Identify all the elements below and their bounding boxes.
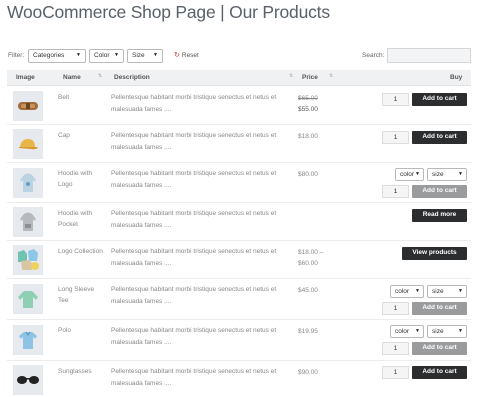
hoodie-icon[interactable]: [13, 168, 43, 198]
product-description: Pellentesque habitant morbi tristique se…: [111, 210, 277, 229]
categories-select[interactable]: Categories ▼: [28, 49, 86, 63]
product-description: Pellentesque habitant morbi tristique se…: [111, 94, 277, 113]
product-name[interactable]: Hoodie with Logo: [58, 168, 104, 190]
tee-icon[interactable]: [13, 284, 43, 314]
table-row: Belt Pellentesque habitant morbi tristiq…: [7, 87, 471, 125]
chevron-down-icon: ▼: [415, 288, 420, 294]
quantity-input[interactable]: 1: [382, 366, 409, 379]
size-variation-select[interactable]: size ▼: [427, 168, 467, 181]
product-description: Pellentesque habitant morbi tristique se…: [111, 286, 277, 305]
add-to-cart-button[interactable]: Add to cart: [412, 342, 467, 355]
price-current: $55.00: [298, 106, 318, 113]
product-name[interactable]: Logo Collection: [58, 246, 104, 257]
color-variation-value: color: [395, 288, 410, 295]
color-variation-select[interactable]: color ▼: [395, 168, 424, 181]
table-row: Hoodie with Pocket Pellentesque habitant…: [7, 203, 471, 241]
size-variation-select[interactable]: size ▼: [427, 325, 467, 338]
hoodie-icon[interactable]: [13, 207, 43, 237]
quantity-input[interactable]: 1: [382, 131, 409, 144]
product-name[interactable]: Sunglasses: [58, 366, 104, 377]
color-variation-select[interactable]: color ▼: [390, 325, 424, 338]
add-to-cart-button[interactable]: Add to cart: [412, 131, 467, 144]
table-row: Hoodie with Logo Pellentesque habitant m…: [7, 163, 471, 203]
cap-icon[interactable]: [13, 129, 43, 159]
table-row: Logo Collection Pellentesque habitant mo…: [7, 241, 471, 279]
polo-icon[interactable]: [13, 325, 43, 355]
sort-icon[interactable]: ⇅: [329, 73, 333, 79]
filter-bar: Filter: Categories ▼ Color ▼ Size ▼ ↻ Res…: [7, 48, 471, 66]
quantity-input[interactable]: 1: [382, 93, 409, 106]
size-variation-value: size: [432, 171, 444, 178]
reset-icon: ↻: [174, 52, 180, 59]
collection-icon[interactable]: [13, 245, 43, 275]
column-header-buy: Buy: [450, 74, 463, 81]
price-old: $65.00: [298, 95, 318, 102]
chevron-down-icon: ▼: [458, 288, 463, 294]
color-variation-value: color: [400, 171, 415, 178]
view-products-button[interactable]: View products: [402, 247, 467, 260]
read-more-button[interactable]: Read more: [412, 209, 467, 222]
chevron-down-icon: ▼: [415, 171, 420, 177]
product-name[interactable]: Hoodie with Pocket: [58, 208, 104, 230]
chevron-down-icon: ▼: [415, 328, 420, 334]
quantity-input[interactable]: 1: [382, 185, 409, 198]
product-price: $45.00: [298, 287, 318, 294]
column-header-image: Image: [16, 74, 35, 81]
reset-label: Reset: [181, 52, 199, 59]
quantity-input[interactable]: 1: [382, 342, 409, 355]
product-description: Pellentesque habitant morbi tristique se…: [111, 368, 277, 387]
add-to-cart-button[interactable]: Add to cart: [412, 302, 467, 315]
add-to-cart-button[interactable]: Add to cart: [412, 185, 467, 198]
table-header: Image Name ⇅ Description ⇅ Price ⇅ Buy: [7, 70, 471, 86]
search-input[interactable]: [387, 48, 471, 63]
quantity-input[interactable]: 1: [382, 302, 409, 315]
table-row: Cap Pellentesque habitant morbi tristiqu…: [7, 125, 471, 163]
column-header-description[interactable]: Description: [114, 74, 150, 81]
product-price: $65.00 $55.00: [298, 93, 342, 115]
product-name[interactable]: Polo: [58, 325, 104, 336]
add-to-cart-button[interactable]: Add to cart: [412, 93, 467, 106]
add-to-cart-button[interactable]: Add to cart: [412, 366, 467, 379]
product-price: $18.00: [298, 133, 318, 140]
product-price: $18.00 – $60.00: [298, 249, 324, 267]
page-title: WooCommerce Shop Page | Our Products: [7, 2, 330, 22]
product-price: $90.00: [298, 369, 318, 376]
reset-link[interactable]: ↻ Reset: [174, 51, 199, 59]
product-price: $80.00: [298, 171, 318, 178]
categories-select-value: Categories: [33, 52, 65, 59]
size-variation-select[interactable]: size ▼: [427, 285, 467, 298]
chevron-down-icon: ▼: [153, 52, 158, 58]
size-select-value: Size: [132, 52, 145, 59]
chevron-down-icon: ▼: [114, 52, 119, 58]
table-row: Polo Pellentesque habitant morbi tristiq…: [7, 320, 471, 361]
belt-icon[interactable]: [13, 91, 43, 121]
table-row: Long Sleeve Tee Pellentesque habitant mo…: [7, 279, 471, 320]
color-variation-value: color: [395, 328, 410, 335]
search-label: Search:: [362, 52, 385, 59]
product-description: Pellentesque habitant morbi tristique se…: [111, 327, 277, 346]
size-select[interactable]: Size ▼: [127, 49, 163, 63]
product-description: Pellentesque habitant morbi tristique se…: [111, 170, 277, 189]
filter-label: Filter:: [8, 52, 25, 59]
product-name[interactable]: Belt: [58, 92, 104, 103]
product-name[interactable]: Cap: [58, 130, 104, 141]
column-header-price[interactable]: Price: [302, 74, 318, 81]
product-price: $19.95: [298, 328, 318, 335]
product-name[interactable]: Long Sleeve Tee: [58, 284, 104, 306]
column-header-name[interactable]: Name: [63, 74, 81, 81]
sort-icon[interactable]: ⇅: [289, 73, 293, 79]
color-select-value: Color: [94, 52, 110, 59]
product-description: Pellentesque habitant morbi tristique se…: [111, 248, 277, 267]
sort-icon[interactable]: ⇅: [98, 73, 102, 79]
chevron-down-icon: ▼: [76, 52, 81, 58]
table-row: Sunglasses Pellentesque habitant morbi t…: [7, 361, 471, 397]
size-variation-value: size: [432, 328, 444, 335]
color-variation-select[interactable]: color ▼: [390, 285, 424, 298]
product-description: Pellentesque habitant morbi tristique se…: [111, 132, 277, 151]
chevron-down-icon: ▼: [458, 171, 463, 177]
chevron-down-icon: ▼: [458, 328, 463, 334]
sunglasses-icon[interactable]: [13, 365, 43, 395]
size-variation-value: size: [432, 288, 444, 295]
color-select[interactable]: Color ▼: [89, 49, 124, 63]
